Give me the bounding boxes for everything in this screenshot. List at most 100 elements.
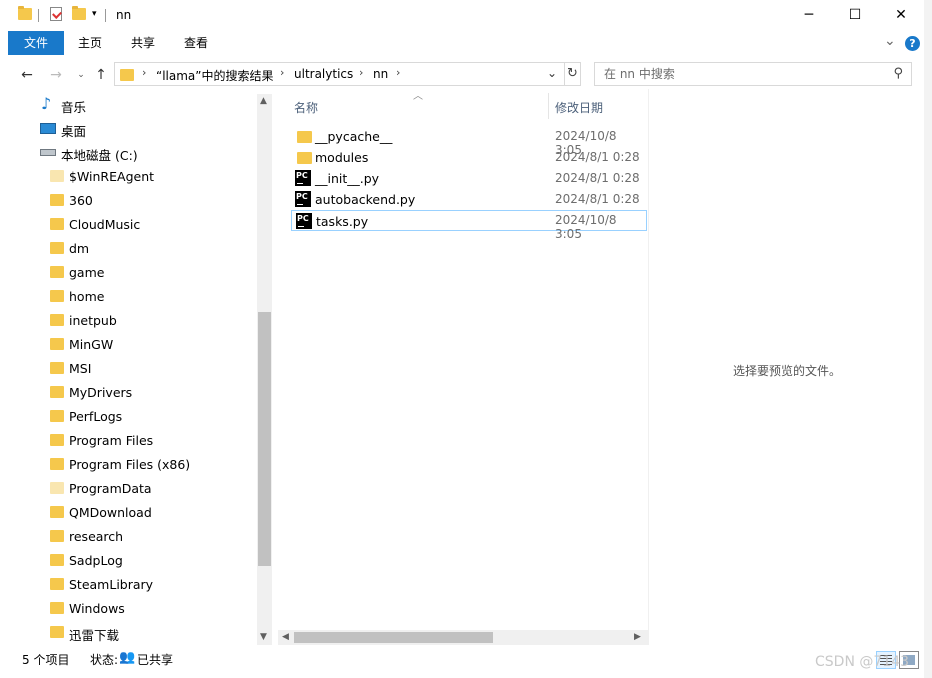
item-count: 5 个项目: [22, 653, 70, 667]
separator: [38, 9, 39, 22]
search-box[interactable]: ⚲: [594, 62, 912, 86]
nav-scrollbar-thumb[interactable]: [258, 312, 271, 566]
nav-item-home[interactable]: home: [0, 284, 256, 308]
minimize-button[interactable]: ─: [786, 0, 832, 31]
nav-item-local-disk-c[interactable]: 本地磁盘 (C:): [0, 140, 256, 164]
pycharm-file-icon: PC: [296, 213, 312, 229]
close-button[interactable]: ✕: [878, 0, 924, 31]
folder-icon: [50, 506, 64, 518]
window-title: nn: [116, 8, 132, 22]
shared-users-icon: 👥: [119, 650, 136, 665]
scroll-down-icon[interactable]: ▼: [260, 632, 267, 642]
folder-icon: [18, 6, 32, 20]
nav-item-windows[interactable]: Windows: [0, 596, 256, 620]
folder-icon: [50, 386, 64, 398]
folder-icon: [50, 530, 64, 542]
nav-item-program-files[interactable]: Program Files: [0, 428, 256, 452]
maximize-button[interactable]: ☐: [832, 0, 878, 31]
breadcrumb-chevron-icon[interactable]: ›: [280, 66, 284, 79]
preview-message: 选择要预览的文件。: [733, 364, 842, 378]
folder-icon: [50, 314, 64, 326]
quick-access-dropdown-icon[interactable]: ▾: [92, 9, 97, 19]
breadcrumb-chevron-icon[interactable]: ›: [359, 66, 363, 79]
up-button[interactable]: ↑: [91, 65, 111, 85]
folder-icon: [50, 482, 64, 494]
column-divider[interactable]: [548, 93, 549, 119]
search-input[interactable]: [602, 66, 886, 82]
folder-icon: [50, 458, 64, 470]
column-header-modified[interactable]: 修改日期: [555, 99, 603, 116]
nav-item-qmdownload[interactable]: QMDownload: [0, 500, 256, 524]
breadcrumb-ultralytics[interactable]: ultralytics: [294, 67, 353, 81]
pycharm-file-icon: PC: [295, 170, 311, 186]
file-row[interactable]: __pycache__ 2024/10/8 3:05: [291, 126, 647, 157]
file-row-selected[interactable]: PC tasks.py 2024/10/8 3:05: [291, 210, 647, 241]
nav-item-game[interactable]: game: [0, 260, 256, 284]
scroll-left-icon[interactable]: ◀: [282, 632, 289, 642]
desktop-icon: [40, 123, 56, 134]
help-icon[interactable]: ?: [905, 36, 920, 51]
share-status: 已共享: [137, 653, 174, 667]
nav-item-mingw[interactable]: MinGW: [0, 332, 256, 356]
hscrollbar-thumb[interactable]: [294, 632, 493, 643]
folder-icon: [50, 578, 64, 590]
sort-ascending-icon: ︿: [413, 91, 423, 102]
title-bar: ▾ nn ─ ☐ ✕: [0, 0, 932, 31]
ribbon-tabs: 文件 主页 共享 查看 ⌄ ?: [0, 31, 932, 55]
status-bar: 5 个项目 状态: 👥 已共享: [0, 645, 932, 678]
file-row[interactable]: PC autobackend.py 2024/8/1 0:28: [291, 189, 647, 210]
tab-home[interactable]: 主页: [68, 31, 112, 55]
column-header-name[interactable]: 名称: [294, 99, 318, 116]
nav-item-programdata[interactable]: ProgramData: [0, 476, 256, 500]
folder-icon: [50, 362, 64, 374]
ribbon-expand-icon[interactable]: ⌄: [884, 33, 896, 49]
nav-item-360[interactable]: 360: [0, 188, 256, 212]
nav-item-research[interactable]: research: [0, 524, 256, 548]
tab-view[interactable]: 查看: [174, 31, 218, 55]
nav-item-msi[interactable]: MSI: [0, 356, 256, 380]
folder-icon: [50, 242, 64, 254]
search-icon[interactable]: ⚲: [893, 66, 903, 81]
address-bar[interactable]: › “llama”中的搜索结果 › ultralytics › nn › ⌄: [114, 62, 565, 86]
nav-item-winreagent[interactable]: $WinREAgent: [0, 164, 256, 188]
tab-file[interactable]: 文件: [8, 31, 64, 55]
refresh-icon[interactable]: ↻: [564, 62, 581, 86]
music-icon: ♪: [41, 94, 52, 113]
nav-item-steamlibrary[interactable]: SteamLibrary: [0, 572, 256, 596]
file-row[interactable]: modules 2024/8/1 0:28: [291, 147, 647, 168]
nav-item-sadplog[interactable]: SadpLog: [0, 548, 256, 572]
nav-item-mydrivers[interactable]: MyDrivers: [0, 380, 256, 404]
file-row[interactable]: PC __init__.py 2024/8/1 0:28: [291, 168, 647, 189]
address-dropdown-icon[interactable]: ⌄: [547, 66, 557, 80]
new-folder-icon[interactable]: [72, 6, 86, 20]
folder-icon: [50, 266, 64, 278]
folder-icon: [50, 218, 64, 230]
properties-icon[interactable]: [50, 7, 62, 21]
folder-icon: [50, 626, 64, 638]
breadcrumb-search-results[interactable]: “llama”中的搜索结果: [156, 67, 274, 84]
folder-icon: [297, 131, 312, 143]
watermark: CSDN @7143: [815, 654, 909, 670]
forward-button[interactable]: →: [46, 65, 66, 85]
nav-item-perflogs[interactable]: PerfLogs: [0, 404, 256, 428]
separator: [105, 9, 106, 22]
breadcrumb-chevron-icon[interactable]: ›: [396, 66, 400, 79]
nav-item-music[interactable]: ♪ 音乐: [0, 92, 256, 116]
nav-item-cloudmusic[interactable]: CloudMusic: [0, 212, 256, 236]
nav-item-dm[interactable]: dm: [0, 236, 256, 260]
breadcrumb-chevron-icon[interactable]: ›: [142, 66, 146, 79]
recent-locations-dropdown-icon[interactable]: ⌄: [71, 65, 91, 85]
nav-item-xunlei-download[interactable]: 迅雷下载: [0, 620, 256, 644]
scroll-up-icon[interactable]: ▲: [260, 96, 267, 106]
folder-icon: [50, 170, 64, 182]
folder-icon: [50, 194, 64, 206]
nav-item-program-files-x86[interactable]: Program Files (x86): [0, 452, 256, 476]
folder-icon: [120, 69, 134, 81]
scroll-right-icon[interactable]: ▶: [634, 632, 641, 642]
breadcrumb-nn[interactable]: nn: [373, 67, 388, 81]
back-button[interactable]: ←: [17, 65, 37, 85]
navigation-pane: ♪ 音乐 桌面 本地磁盘 (C:) $WinREAgent 360 CloudM…: [0, 89, 272, 645]
nav-item-desktop[interactable]: 桌面: [0, 116, 256, 140]
nav-item-inetpub[interactable]: inetpub: [0, 308, 256, 332]
tab-share[interactable]: 共享: [121, 31, 165, 55]
